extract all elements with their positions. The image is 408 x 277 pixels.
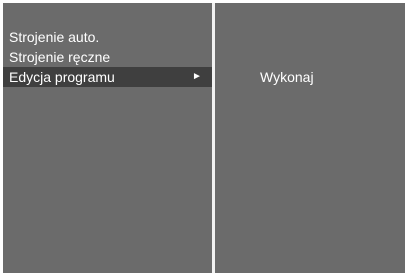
menu-item-auto-tuning[interactable]: Strojenie auto. (3, 27, 212, 47)
tv-menu-screen: Strojenie auto. Strojenie ręczne Edycja … (0, 0, 408, 277)
menu-item-program-edit[interactable]: Edycja programu ► (3, 67, 212, 87)
execute-button-label: Wykonaj (260, 69, 314, 85)
menu-item-manual-tuning[interactable]: Strojenie ręczne (3, 47, 212, 67)
submenu-panel (215, 3, 405, 273)
menu-item-label: Strojenie auto. (9, 29, 100, 45)
menu-item-label: Edycja programu (9, 69, 115, 85)
main-menu-list: Strojenie auto. Strojenie ręczne Edycja … (3, 27, 212, 87)
execute-button[interactable]: Wykonaj (260, 67, 314, 87)
right-triangle-arrow-icon: ► (192, 71, 202, 82)
menu-item-label: Strojenie ręczne (9, 49, 111, 65)
